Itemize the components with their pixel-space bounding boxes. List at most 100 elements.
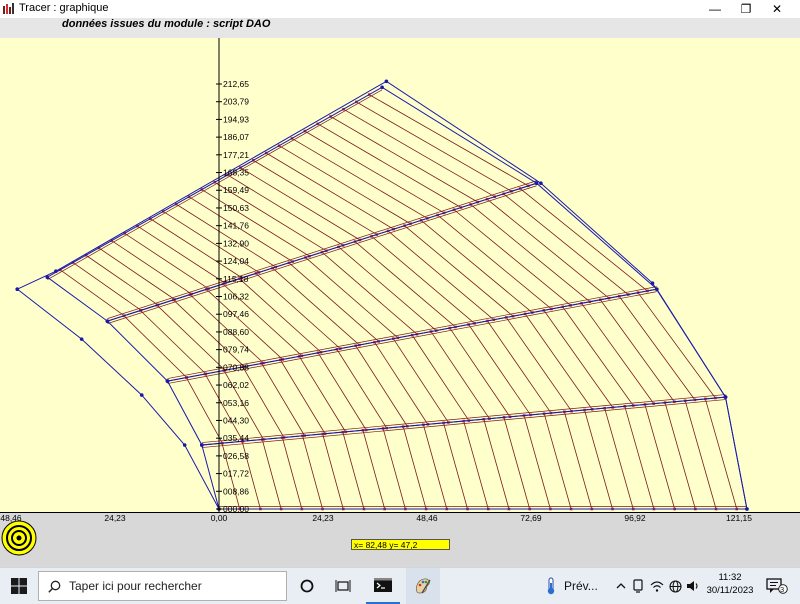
rafter-line — [563, 411, 593, 510]
rafter-line — [137, 225, 226, 284]
x-tick-label: 24,23 — [312, 513, 334, 523]
rafter-line — [411, 334, 470, 421]
rafter-line — [519, 188, 648, 292]
task-view-icon — [335, 580, 351, 592]
windows-start-icon — [11, 578, 27, 594]
rafter-line — [664, 402, 696, 510]
y-tick-label: 053,16 — [223, 398, 249, 408]
rafter-line — [322, 433, 344, 510]
notification-button[interactable]: 3 — [764, 568, 790, 604]
frame-vertex — [165, 379, 170, 383]
rafter-line — [355, 345, 408, 427]
rafter-line — [85, 254, 159, 306]
search-icon — [48, 580, 61, 593]
network-icon — [650, 581, 664, 592]
rafter-line — [437, 214, 552, 310]
y-tick-label: 097,46 — [223, 309, 249, 319]
rafter-line — [255, 273, 341, 349]
frame-vertex — [745, 507, 749, 511]
rafter-line — [374, 341, 429, 425]
y-tick-label: 070,88 — [223, 362, 249, 372]
rafter-line — [487, 320, 552, 414]
terminal-taskbar-button[interactable] — [366, 568, 400, 604]
weather-widget[interactable]: Prév... — [546, 568, 612, 604]
window-titlebar: Tracer : graphique — ❐ ✕ — [0, 0, 800, 18]
chevron-up-icon — [616, 583, 626, 589]
rafter-line — [253, 159, 378, 235]
coordinates-readout: x= 82,48 y= 47,2 — [351, 539, 450, 550]
y-tick-label: 177,21 — [223, 150, 249, 160]
y-tick-label: 141,76 — [223, 221, 249, 231]
language-icon — [668, 579, 682, 593]
y-tick-label: 017,72 — [223, 469, 249, 479]
plot-area[interactable]: 000,00 008,86 017,72 026,58 035,44 044,30 053,… — [0, 38, 800, 513]
rafter-line — [392, 338, 449, 423]
rafter-line — [523, 415, 551, 510]
frame-vertex — [105, 319, 110, 323]
rafter-line — [382, 428, 406, 510]
rafter-line — [505, 317, 572, 412]
x-tick-label: 96,92 — [624, 513, 646, 523]
rafter-line — [317, 123, 462, 208]
volume-icon — [687, 581, 698, 591]
subtitle-bar: données issues du module : script DAO — [0, 18, 800, 38]
volume-button[interactable] — [685, 568, 701, 604]
frame-vertex — [380, 85, 384, 90]
y-tick-label: 150,63 — [223, 203, 249, 213]
x-tick-label: 24,23 — [104, 513, 126, 523]
rafter-line — [704, 398, 738, 510]
target-icon[interactable] — [1, 520, 37, 556]
y-tick-label: 035,44 — [223, 433, 249, 443]
clock-date: 30/11/2023 — [706, 585, 754, 596]
rafter-line — [356, 101, 512, 192]
rafter-line — [581, 303, 655, 404]
rafter-line — [604, 408, 634, 510]
clock-time: 11:32 — [718, 572, 742, 583]
frame-vertex — [15, 287, 20, 291]
app-icon — [3, 3, 14, 14]
taskbar-clock[interactable]: 11:32 30/11/2023 — [700, 571, 760, 597]
y-tick-label: 088,60 — [223, 327, 249, 337]
x-tick-label: 121,15 — [726, 513, 752, 523]
show-hidden-icons-button[interactable] — [614, 568, 628, 604]
rafter-line — [453, 209, 571, 306]
y-tick-label: 203,79 — [223, 97, 249, 107]
y-tick-label: 008,86 — [223, 486, 249, 496]
close-button[interactable]: ✕ — [754, 0, 800, 18]
device-tray-button[interactable] — [631, 568, 645, 604]
rafter-line — [543, 413, 572, 510]
language-button[interactable] — [667, 568, 683, 604]
rafter-line — [430, 331, 490, 419]
y-tick-label: 186,07 — [223, 132, 249, 142]
network-button[interactable] — [649, 568, 665, 604]
rafter-line — [124, 233, 209, 290]
rafter-line — [483, 419, 510, 510]
rafter-line — [342, 432, 365, 510]
rafter-line — [272, 267, 360, 346]
rafter-line — [543, 310, 614, 408]
cortana-button[interactable] — [292, 568, 322, 604]
paint-icon — [416, 578, 431, 594]
taskbar-search[interactable]: Taper ici pour rechercher — [38, 571, 287, 601]
rafter-line — [422, 424, 448, 510]
plot-subtitle: données issues du module : script DAO — [62, 18, 271, 30]
y-tick-label: 026,58 — [223, 451, 249, 461]
terminal-icon — [374, 578, 392, 592]
y-tick-label: 132,90 — [223, 238, 249, 248]
rafter-line — [291, 138, 428, 219]
rafter-line — [362, 430, 386, 510]
x-tick-label: 48,46 — [416, 513, 438, 523]
rafter-line — [486, 198, 610, 299]
start-button[interactable] — [0, 568, 38, 604]
frame-vertex — [384, 79, 389, 84]
paint-taskbar-button[interactable] — [406, 568, 440, 604]
rafter-line — [420, 220, 533, 313]
rafter-line — [584, 409, 613, 510]
frame-vertex — [139, 393, 144, 397]
weather-icon — [547, 577, 555, 595]
y-tick-label: 194,93 — [223, 114, 249, 124]
frame-vertex — [539, 181, 543, 186]
task-view-button[interactable] — [328, 568, 358, 604]
notification-icon — [766, 578, 788, 594]
x-axis-bar: x= 82,48 y= 47,2 48,46 24,23 0,00 24,23 48,4… — [0, 512, 800, 567]
